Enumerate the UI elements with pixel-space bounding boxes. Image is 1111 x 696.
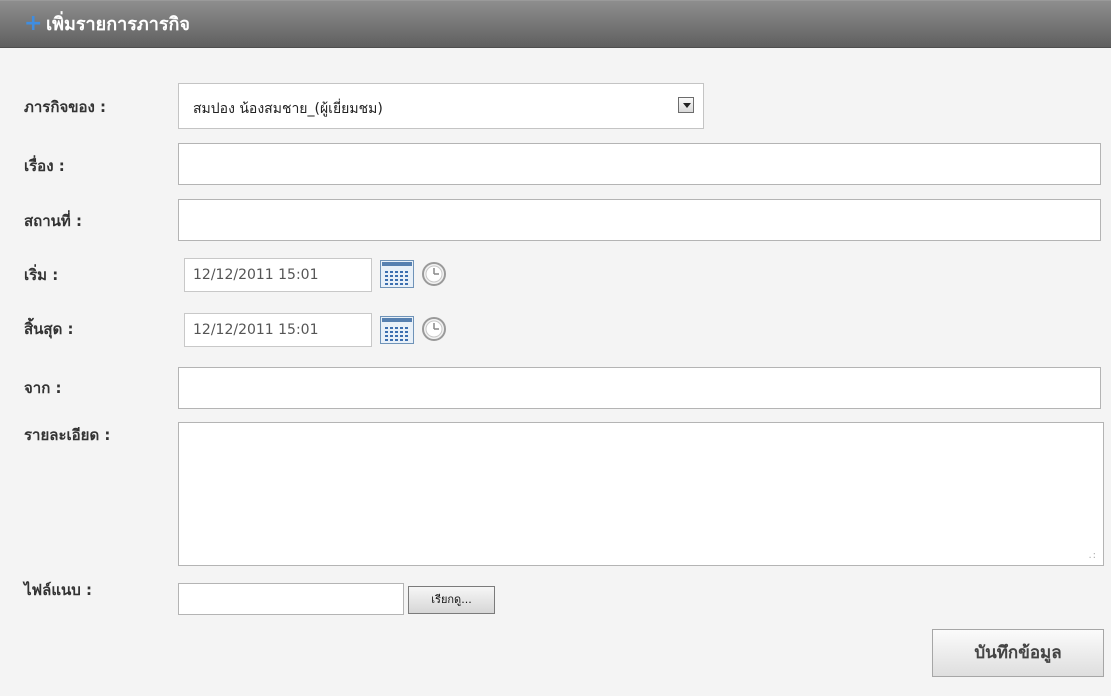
save-button[interactable]: บันทึกข้อมูล [932, 629, 1104, 677]
start-label: เริ่ม : [24, 266, 59, 284]
add-task-panel: + เพิ่มรายการภารกิจ ภารกิจของ : สมปอง น้… [0, 0, 1111, 696]
owner-select[interactable]: สมปอง น้องสมชาย_(ผู้เยี่ยมชม) [178, 83, 704, 129]
panel-title: เพิ่มรายการภารกิจ [46, 14, 190, 35]
clock-icon[interactable] [421, 261, 447, 287]
details-label: รายละเอียด : [24, 426, 111, 444]
end-label: สิ้นสุด : [24, 320, 74, 338]
owner-label: ภารกิจของ : [24, 98, 107, 116]
chevron-down-icon[interactable] [678, 97, 694, 113]
browse-button[interactable]: เรียกดู... [408, 586, 495, 614]
panel-header: + เพิ่มรายการภารกิจ [0, 1, 1111, 48]
clock-icon[interactable] [421, 316, 447, 342]
calendar-icon[interactable] [380, 316, 414, 344]
start-date-input[interactable]: 12/12/2011 15:01 [184, 258, 372, 292]
from-input[interactable] [178, 367, 1101, 409]
end-date-input[interactable]: 12/12/2011 15:01 [184, 313, 372, 347]
location-input[interactable] [178, 199, 1101, 241]
subject-input[interactable] [178, 143, 1101, 185]
resize-grip-icon[interactable]: .: [1088, 550, 1097, 561]
from-label: จาก : [24, 379, 62, 397]
plus-icon: + [24, 11, 43, 36]
owner-select-value: สมปอง น้องสมชาย_(ผู้เยี่ยมชม) [193, 101, 383, 117]
location-label: สถานที่ : [24, 212, 83, 230]
calendar-icon[interactable] [380, 260, 414, 288]
subject-label: เรื่อง : [24, 157, 65, 175]
attachment-label: ไฟล์แนบ : [24, 581, 93, 599]
attachment-file-input[interactable] [178, 583, 404, 615]
details-textarea[interactable]: .: [178, 422, 1104, 566]
